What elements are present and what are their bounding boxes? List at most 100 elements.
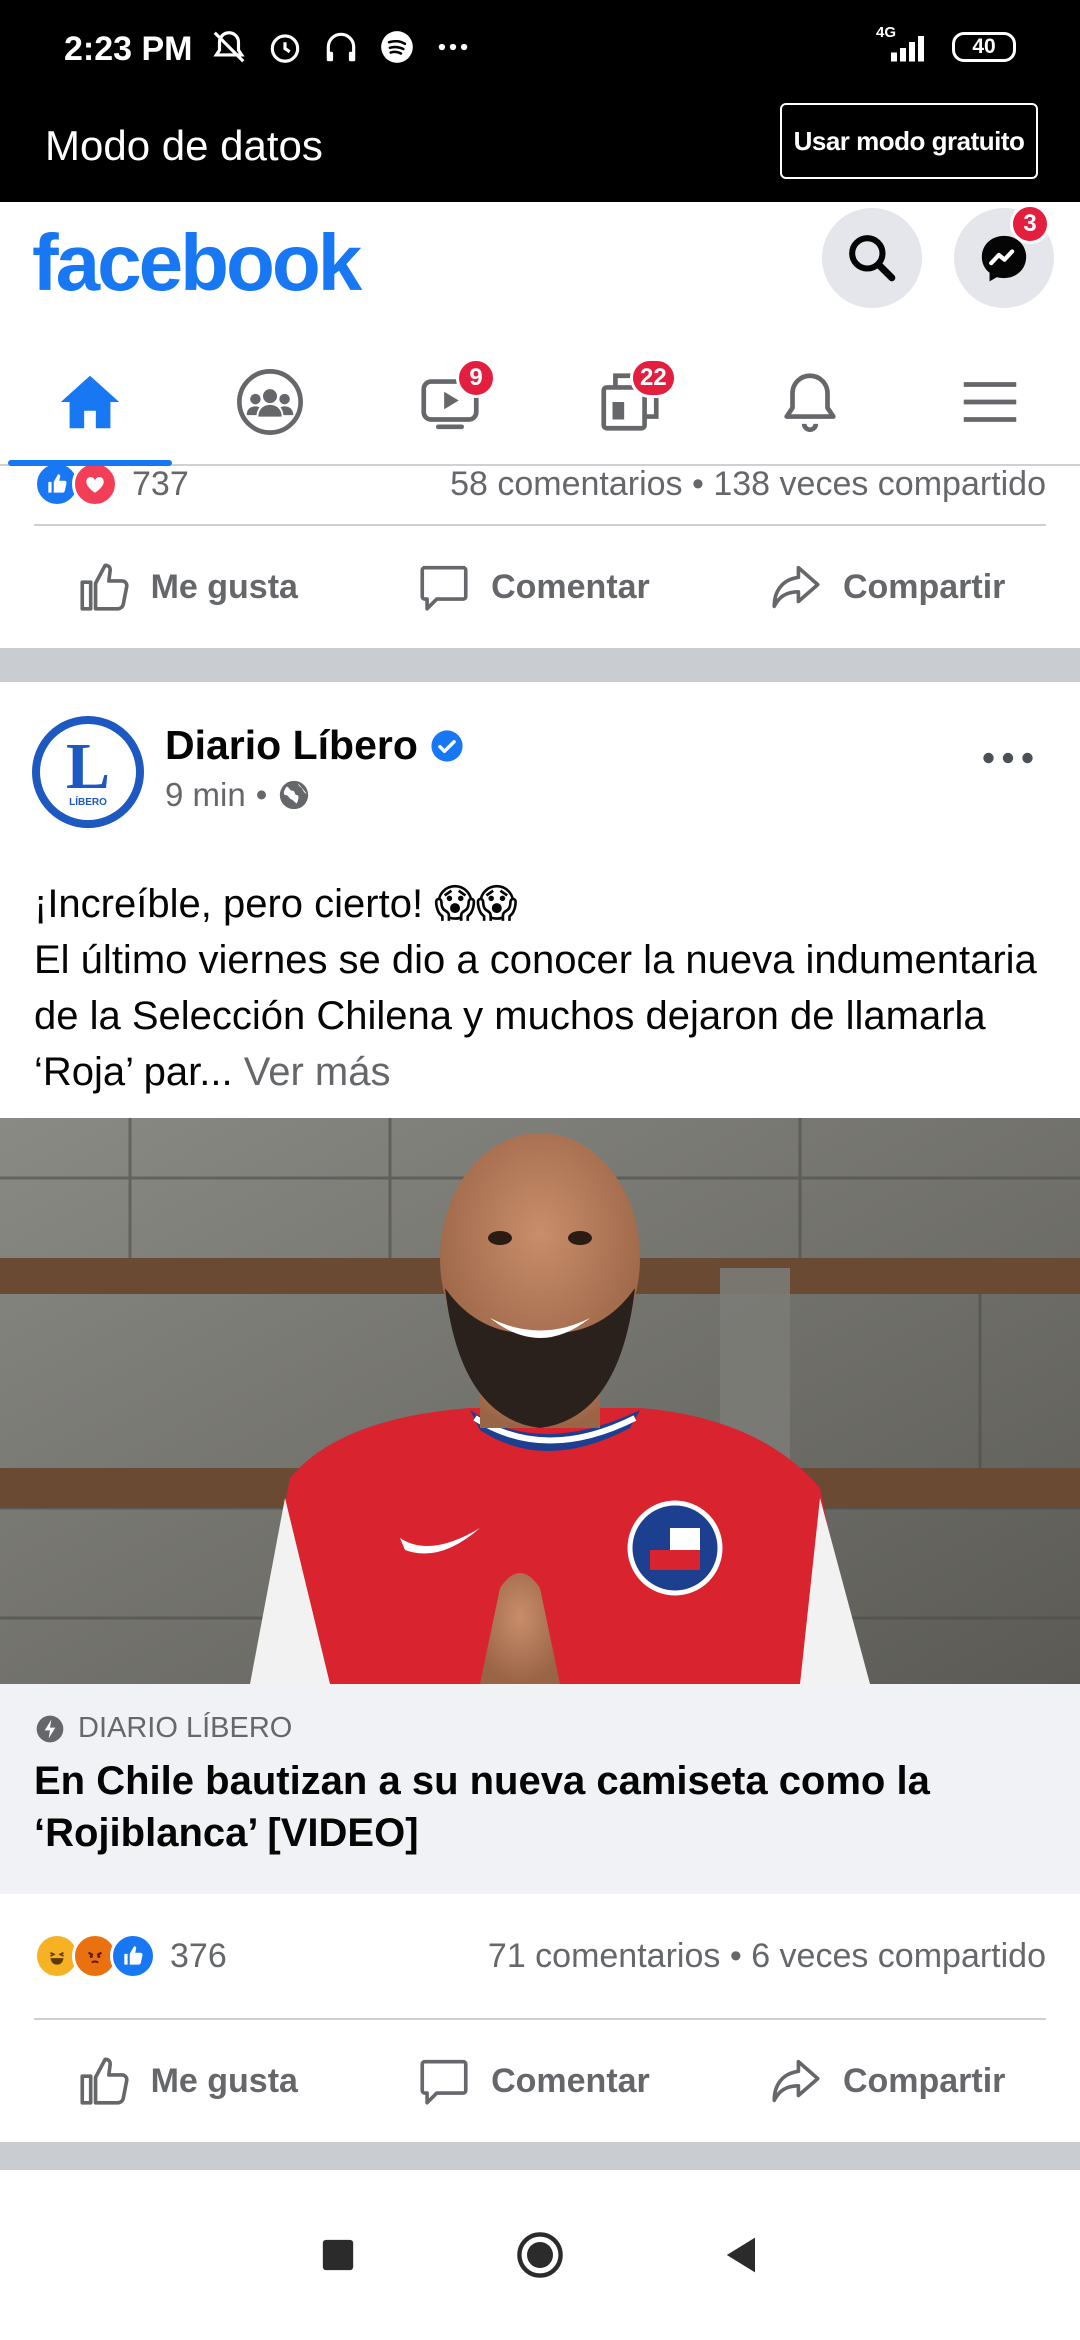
post-time[interactable]: 9 min bbox=[165, 776, 246, 814]
messenger-badge: 3 bbox=[1010, 204, 1050, 244]
page-name-link[interactable]: Diario Líbero bbox=[165, 722, 464, 769]
alarm-icon bbox=[270, 34, 300, 63]
comment-icon bbox=[420, 565, 468, 611]
prev-post-reaction-summary[interactable]: 737 58 comentarios • 138 veces compartid… bbox=[0, 466, 1080, 516]
navigation-tabs: 9 22 bbox=[0, 340, 1080, 466]
like-reaction-icon bbox=[110, 1933, 156, 1979]
share-count[interactable]: 138 veces compartido bbox=[713, 466, 1046, 503]
headphones-icon bbox=[326, 32, 356, 62]
reaction-icons: 737 bbox=[34, 466, 189, 507]
facebook-logo: facebook bbox=[32, 218, 362, 307]
stats-separator: • bbox=[692, 466, 714, 503]
avatar-subtext: LÍBERO bbox=[69, 796, 107, 808]
page-avatar[interactable]: L LÍBERO bbox=[32, 716, 144, 828]
tab-watch[interactable]: 9 bbox=[360, 340, 540, 464]
tab-notifications[interactable] bbox=[720, 340, 900, 464]
avatar-logo: L LÍBERO bbox=[40, 724, 136, 820]
link-title[interactable]: En Chile bautizan a su nueva camiseta co… bbox=[34, 1755, 1046, 1859]
status-right: 4G 40 bbox=[874, 24, 1016, 64]
more-horizontal-icon bbox=[983, 752, 1033, 764]
page-name[interactable]: Diario Líbero bbox=[165, 722, 418, 769]
search-button[interactable] bbox=[822, 208, 922, 308]
pages-badge: 22 bbox=[630, 358, 677, 398]
data-mode-title: Modo de datos bbox=[45, 122, 323, 169]
comment-button[interactable]: Comentar bbox=[415, 558, 650, 616]
post-separator bbox=[0, 2142, 1080, 2170]
post-separator bbox=[0, 648, 1080, 682]
post-header: L LÍBERO Diario Líbero 9 min • bbox=[0, 682, 1080, 832]
comment-icon bbox=[420, 2059, 468, 2105]
data-mode-bar: Modo de datos Usar modo gratuito bbox=[0, 100, 1080, 202]
system-navigation-bar bbox=[0, 2170, 1080, 2340]
tab-pages[interactable]: 22 bbox=[540, 340, 720, 464]
recents-square-icon[interactable] bbox=[312, 2229, 364, 2281]
like-label: Me gusta bbox=[150, 2061, 298, 2100]
post-text-headline: ¡Increíble, pero cierto! 😱😱 bbox=[34, 882, 518, 926]
free-mode-button[interactable]: Usar modo gratuito bbox=[780, 103, 1038, 179]
muted-bell-icon bbox=[213, 31, 245, 63]
comment-button[interactable]: Comentar bbox=[415, 2052, 650, 2110]
thumbs-up-icon bbox=[80, 563, 129, 611]
lightning-icon bbox=[36, 1715, 64, 1742]
globe-icon bbox=[280, 780, 309, 810]
share-count[interactable]: 6 veces compartido bbox=[751, 1937, 1046, 1975]
share-button[interactable]: Compartir bbox=[767, 558, 1005, 616]
groups-icon bbox=[237, 369, 303, 435]
spotify-icon bbox=[381, 31, 413, 63]
post-text-body-wrap: El último viernes se dio a conocer la nu… bbox=[34, 932, 1046, 1100]
engagement-stats[interactable]: 71 comentarios • 6 veces compartido bbox=[488, 1937, 1046, 1976]
comment-count[interactable]: 71 comentarios bbox=[488, 1937, 720, 1975]
comment-count[interactable]: 58 comentarios bbox=[450, 466, 682, 503]
reaction-icons: 376 bbox=[34, 1933, 227, 1979]
app-header: facebook 3 bbox=[0, 202, 1080, 322]
post-image[interactable] bbox=[0, 1118, 1080, 1684]
post-reaction-summary[interactable]: 376 71 comentarios • 6 veces compartido bbox=[0, 1894, 1080, 2018]
stats-separator: • bbox=[729, 1936, 752, 1975]
more-options-button[interactable] bbox=[982, 726, 1034, 776]
thumbs-up-icon bbox=[80, 2057, 129, 2105]
reaction-count: 737 bbox=[132, 466, 189, 503]
verified-badge-icon bbox=[431, 729, 463, 762]
back-triangle-icon[interactable] bbox=[716, 2229, 768, 2281]
comment-label: Comentar bbox=[491, 567, 650, 606]
meta-separator: • bbox=[255, 776, 268, 813]
menu-icon bbox=[963, 382, 1017, 422]
prev-post-actions: Me gusta Comentar Compartir bbox=[0, 526, 1080, 648]
bell-icon bbox=[784, 373, 836, 433]
post-meta: 9 min • bbox=[165, 776, 311, 814]
love-reaction-icon bbox=[72, 466, 118, 507]
tab-home[interactable] bbox=[0, 340, 180, 466]
link-source-name: DIARIO LÍBERO bbox=[78, 1712, 293, 1744]
share-icon bbox=[772, 565, 820, 609]
like-label: Me gusta bbox=[150, 567, 298, 606]
search-icon bbox=[849, 235, 896, 282]
more-dots-icon bbox=[438, 43, 468, 51]
share-label: Compartir bbox=[842, 2061, 1006, 2100]
news-feed[interactable]: 737 58 comentarios • 138 veces compartid… bbox=[0, 466, 1080, 2170]
like-button[interactable]: Me gusta bbox=[75, 2052, 298, 2110]
signal-icon: 4G bbox=[874, 24, 930, 64]
status-time: 2:23 PM bbox=[64, 30, 193, 68]
status-bar: 2:23 PM 4G 40 bbox=[0, 0, 1080, 100]
jersey-photo-illustration bbox=[0, 1118, 1080, 1684]
tab-groups[interactable] bbox=[180, 340, 360, 464]
post-text[interactable]: ¡Increíble, pero cierto! 😱😱 El último vi… bbox=[0, 832, 1080, 1118]
post-text-body: El último viernes se dio a conocer la nu… bbox=[34, 938, 1037, 1094]
reaction-count: 376 bbox=[170, 1936, 227, 1975]
messenger-button[interactable]: 3 bbox=[954, 204, 1054, 308]
link-source: DIARIO LÍBERO bbox=[34, 1712, 1046, 1745]
battery-indicator: 40 bbox=[952, 32, 1016, 62]
tab-menu[interactable] bbox=[900, 340, 1080, 464]
status-notification-icons bbox=[210, 28, 472, 66]
like-button[interactable]: Me gusta bbox=[75, 558, 298, 616]
home-icon bbox=[60, 375, 120, 429]
see-more-link[interactable]: Ver más bbox=[244, 1050, 391, 1094]
watch-badge: 9 bbox=[456, 358, 496, 398]
link-preview-card[interactable]: DIARIO LÍBERO En Chile bautizan a su nue… bbox=[0, 1684, 1080, 1894]
share-button[interactable]: Compartir bbox=[767, 2052, 1005, 2110]
home-circle-icon[interactable] bbox=[514, 2229, 566, 2281]
share-icon bbox=[772, 2059, 820, 2103]
engagement-stats[interactable]: 58 comentarios • 138 veces compartido bbox=[450, 466, 1046, 504]
comment-label: Comentar bbox=[491, 2061, 650, 2100]
share-label: Compartir bbox=[842, 567, 1006, 606]
